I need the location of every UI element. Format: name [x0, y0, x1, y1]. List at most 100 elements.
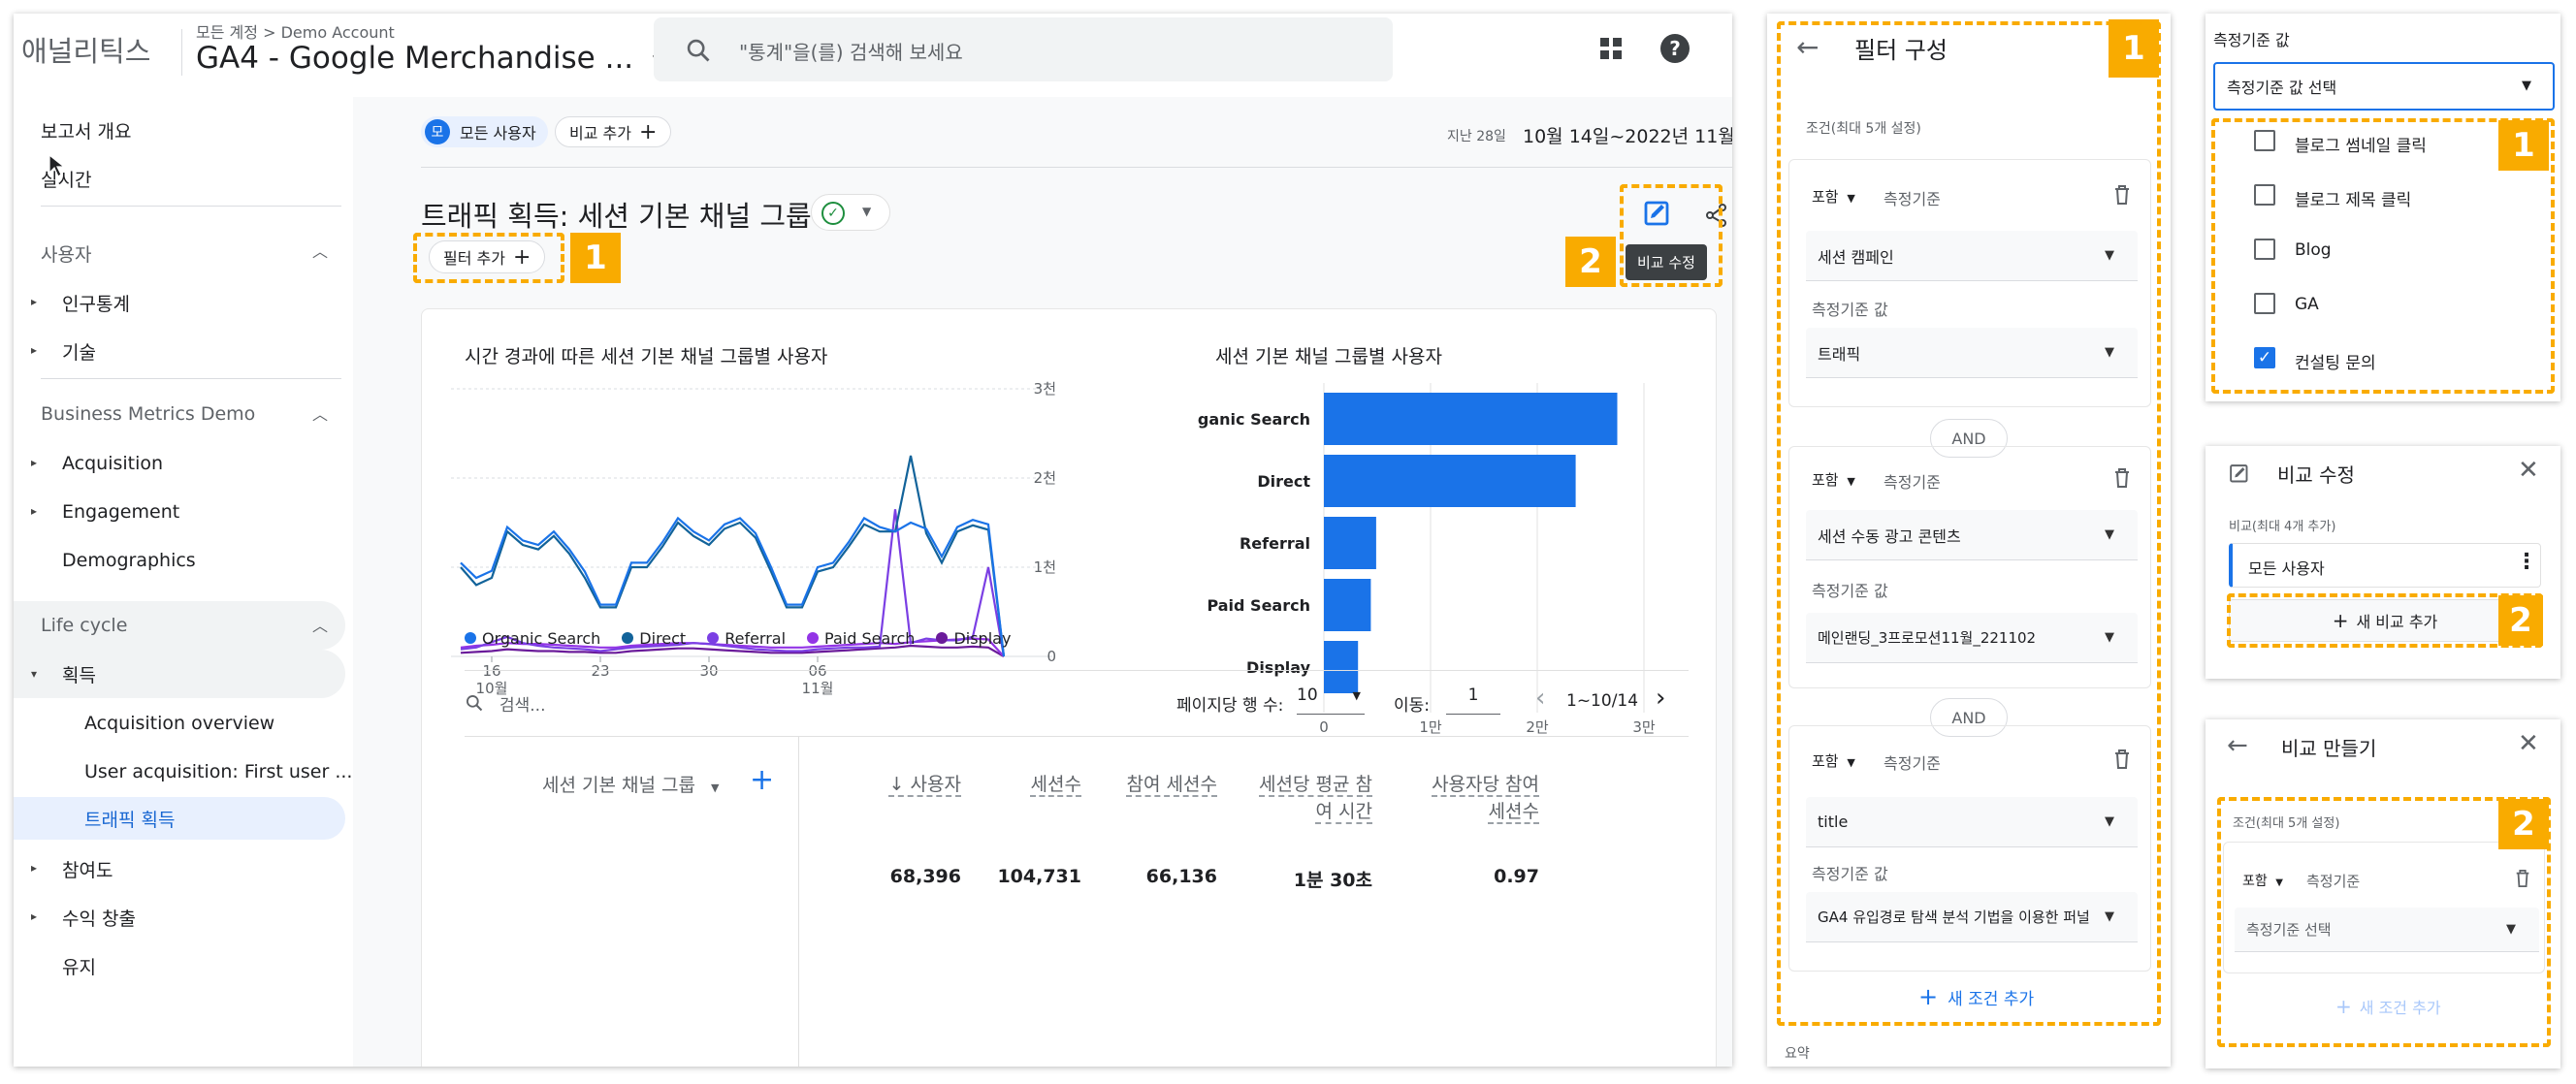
legend-paid[interactable]: Paid Search: [807, 629, 915, 648]
checkbox[interactable]: [2254, 239, 2275, 260]
add-condition-button[interactable]: + 새 조건 추가: [1918, 983, 2034, 1010]
legend-direct[interactable]: Direct: [622, 629, 686, 648]
dimension-label: 측정기준: [2306, 873, 2361, 890]
dimension-select-3[interactable]: title ▼: [1806, 797, 2138, 847]
share-icon[interactable]: [1703, 202, 1730, 229]
rows-per-page-select[interactable]: 10 ▼: [1297, 685, 1365, 715]
checkbox[interactable]: [2254, 130, 2275, 151]
dimension-select[interactable]: 측정기준 선택 ▼: [2235, 908, 2539, 952]
trash-icon[interactable]: [2112, 184, 2132, 206]
sidebar-item-label: 유지: [62, 956, 96, 978]
include-select[interactable]: 포함 ▼: [1812, 469, 1855, 490]
search-bar[interactable]: "통계"을(를) 검색해 보세요: [654, 17, 1393, 81]
sidebar-item-demographics-kr[interactable]: 인구통계: [62, 281, 130, 324]
next-page-button[interactable]: ›: [1656, 684, 1665, 713]
add-filter-button[interactable]: 필터 추가 +: [429, 240, 546, 273]
select-value: title: [1818, 813, 1849, 831]
chevron-up-icon[interactable]: ︿: [312, 239, 328, 262]
sidebar-item-retention[interactable]: 유지: [62, 944, 96, 987]
sidebar-item-demographics[interactable]: Demographics: [62, 539, 196, 582]
compare-item[interactable]: 모든 사용자 ⋮: [2229, 543, 2541, 588]
include-select[interactable]: 포함 ▼: [1812, 186, 1855, 207]
sidebar-item-label: User acquisition: First user ...: [84, 761, 353, 782]
add-condition-button[interactable]: + 새 조건 추가: [2335, 995, 2441, 1018]
value-select-2[interactable]: 메인랜딩_3프로모션11월_221102 ▼: [1806, 613, 2138, 663]
breadcrumb-root: 모든 계정: [196, 23, 258, 42]
dimension-select-2[interactable]: 세션 수동 광고 콘텐츠 ▼: [1806, 510, 2138, 560]
sidebar-item-label: Acquisition overview: [84, 713, 275, 734]
checkbox-checked[interactable]: ✓: [2254, 347, 2275, 368]
help-icon[interactable]: ?: [1660, 34, 1690, 63]
value-picker-label: 측정기준 값: [2213, 31, 2290, 49]
category-label: Paid Search: [1207, 596, 1310, 615]
sidebar-item-tech[interactable]: 기술: [62, 330, 96, 372]
audience-chip[interactable]: 모 모든 사용자: [421, 116, 548, 147]
option-row[interactable]: GA: [2213, 273, 2555, 326]
checkbox[interactable]: [2254, 293, 2275, 314]
content: 모 모든 사용자 비교 추가 + 지난 28일 10월 14일~2022년 11…: [353, 97, 1732, 1067]
sidebar-item-acq-overview[interactable]: Acquisition overview: [84, 702, 274, 745]
legend-organic[interactable]: Organic Search: [465, 629, 600, 648]
date-range[interactable]: 10월 14일~2022년 11월 10: [1523, 122, 1732, 148]
checkbox[interactable]: [2254, 184, 2275, 206]
sidebar-group-users[interactable]: 사용자: [41, 240, 91, 267]
option-row[interactable]: ✓ 컨설팅 문의: [2213, 326, 2555, 378]
col-users-header[interactable]: ↓ 사용자: [829, 771, 961, 798]
total-users: 68,396: [889, 866, 961, 887]
value-select-1[interactable]: 트래픽 ▼: [1806, 328, 2138, 378]
goto-input[interactable]: 1: [1446, 685, 1500, 715]
select-value: 메인랜딩_3프로모션11월_221102: [1818, 629, 2037, 647]
include-select[interactable]: 포함 ▼: [2242, 871, 2283, 890]
include-select[interactable]: 포함 ▼: [1812, 750, 1855, 771]
value-picker-select[interactable]: 측정기준 값 선택 ▼: [2213, 62, 2555, 111]
table-search-input[interactable]: 검색...: [499, 691, 546, 716]
option-row[interactable]: 블로그 제목 클릭: [2213, 169, 2555, 221]
app-brand[interactable]: 애널리틱스: [21, 29, 150, 70]
dimension-header[interactable]: 세션 기본 채널 그룹 ▼: [542, 771, 719, 797]
add-dimension-button[interactable]: +: [750, 763, 774, 797]
add-compare-button[interactable]: 비교 추가 +: [555, 116, 672, 147]
edit-compare-button[interactable]: [1635, 192, 1678, 235]
trash-icon[interactable]: [2112, 749, 2132, 770]
sidebar-item-acquisition[interactable]: Acquisition: [62, 442, 163, 485]
rows-per-page-label: 페이지당 행 수:: [1176, 696, 1284, 716]
col-per-user-header[interactable]: 사용자당 참여 세션수: [1392, 771, 1539, 825]
more-vert-icon[interactable]: ⋮: [2516, 550, 2537, 574]
trash-icon[interactable]: [2514, 869, 2531, 888]
apps-grid-icon[interactable]: [1598, 36, 1624, 61]
report-card: 시간 경과에 따른 세션 기본 채널 그룹별 사용자 3천 2천 1천 0 16 10월 2…: [421, 308, 1717, 1067]
value-select-3[interactable]: GA4 유입경로 탐색 분석 기법을 이용한 퍼널 ▼: [1806, 892, 2138, 942]
close-icon[interactable]: ✕: [2518, 729, 2539, 758]
sidebar-item-overview[interactable]: 보고서 개요: [41, 109, 131, 151]
option-label: GA: [2295, 295, 2319, 314]
back-arrow-icon[interactable]: ←: [2227, 731, 2248, 760]
option-label: 블로그 썸네일 클릭: [2295, 137, 2427, 156]
breadcrumb[interactable]: 모든 계정 > Demo Account: [196, 19, 395, 43]
sidebar-item-monetization[interactable]: 수익 창출: [62, 896, 136, 939]
dimension-select-1[interactable]: 세션 캠페인 ▼: [1806, 231, 2138, 281]
sidebar-item-engagement[interactable]: Engagement: [62, 491, 179, 533]
property-selector[interactable]: GA4 - Google Merchandise ... ▼: [196, 41, 664, 76]
col-sessions-header[interactable]: 세션수: [965, 771, 1081, 798]
chevron-up-icon[interactable]: ︿: [312, 613, 328, 636]
col-engaged-header[interactable]: 참여 세션수: [1091, 771, 1217, 798]
col-avg-time-header[interactable]: 세션당 평균 참여 시간: [1227, 771, 1372, 825]
legend-referral[interactable]: Referral: [707, 629, 786, 648]
new-compare-button[interactable]: + 새 비교 추가: [2229, 599, 2541, 642]
legend-dot: [622, 632, 634, 644]
close-icon[interactable]: ✕: [2518, 456, 2539, 485]
option-row[interactable]: Blog: [2213, 221, 2555, 273]
total-per-user: 0.97: [1494, 866, 1539, 887]
sidebar-group-business[interactable]: Business Metrics Demo: [41, 403, 255, 425]
chevron-up-icon[interactable]: ︿: [312, 401, 328, 425]
prev-page-button[interactable]: ‹: [1535, 684, 1545, 713]
legend-display[interactable]: Display: [936, 629, 1011, 648]
sidebar-item-user-acq[interactable]: User acquisition: First user ...: [84, 750, 352, 793]
sidebar-item-traffic-acq[interactable]: 트래픽 획득: [14, 797, 345, 840]
caret-right-icon: ▸: [31, 504, 38, 518]
status-chip[interactable]: ✓ ▼: [811, 194, 890, 231]
trash-icon[interactable]: [2112, 467, 2132, 489]
sidebar-item-engagement-kr[interactable]: 참여도: [62, 847, 113, 890]
edit-compare-title: 비교 수정: [2277, 463, 2355, 487]
back-arrow-icon[interactable]: ←: [1796, 31, 1819, 63]
